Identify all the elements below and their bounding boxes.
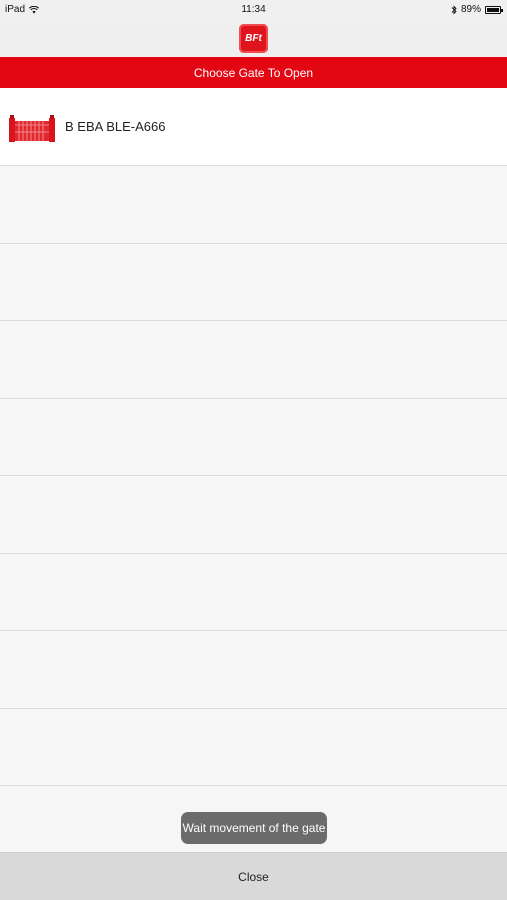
toast-message: Wait movement of the gate <box>181 812 327 844</box>
nav-bar: BFt <box>0 20 507 57</box>
empty-list-row <box>0 166 507 244</box>
battery-icon <box>485 5 503 14</box>
empty-list-row <box>0 243 507 321</box>
status-right: 89% <box>451 4 503 15</box>
empty-list-row <box>0 553 507 631</box>
gate-row[interactable]: B EBA BLE-A666 <box>0 88 507 166</box>
battery-fill <box>487 7 500 12</box>
empty-list-row <box>0 398 507 476</box>
gate-list: B EBA BLE-A666 <box>0 88 507 864</box>
empty-list-row <box>0 321 507 399</box>
status-time: 11:34 <box>241 4 266 15</box>
battery-percent: 89% <box>460 4 481 15</box>
empty-list-row <box>0 708 507 786</box>
empty-rows <box>0 166 507 864</box>
header-title: Choose Gate To Open <box>0 57 507 88</box>
bft-logo: BFt <box>239 24 268 53</box>
status-bar: iPad 11:34 89% <box>0 0 507 20</box>
empty-list-row <box>0 476 507 554</box>
bluetooth-icon <box>451 4 457 15</box>
empty-list-row <box>0 631 507 709</box>
close-button[interactable]: Close <box>0 852 507 900</box>
gate-icon <box>9 114 55 142</box>
gate-label: B EBA BLE-A666 <box>65 119 166 134</box>
